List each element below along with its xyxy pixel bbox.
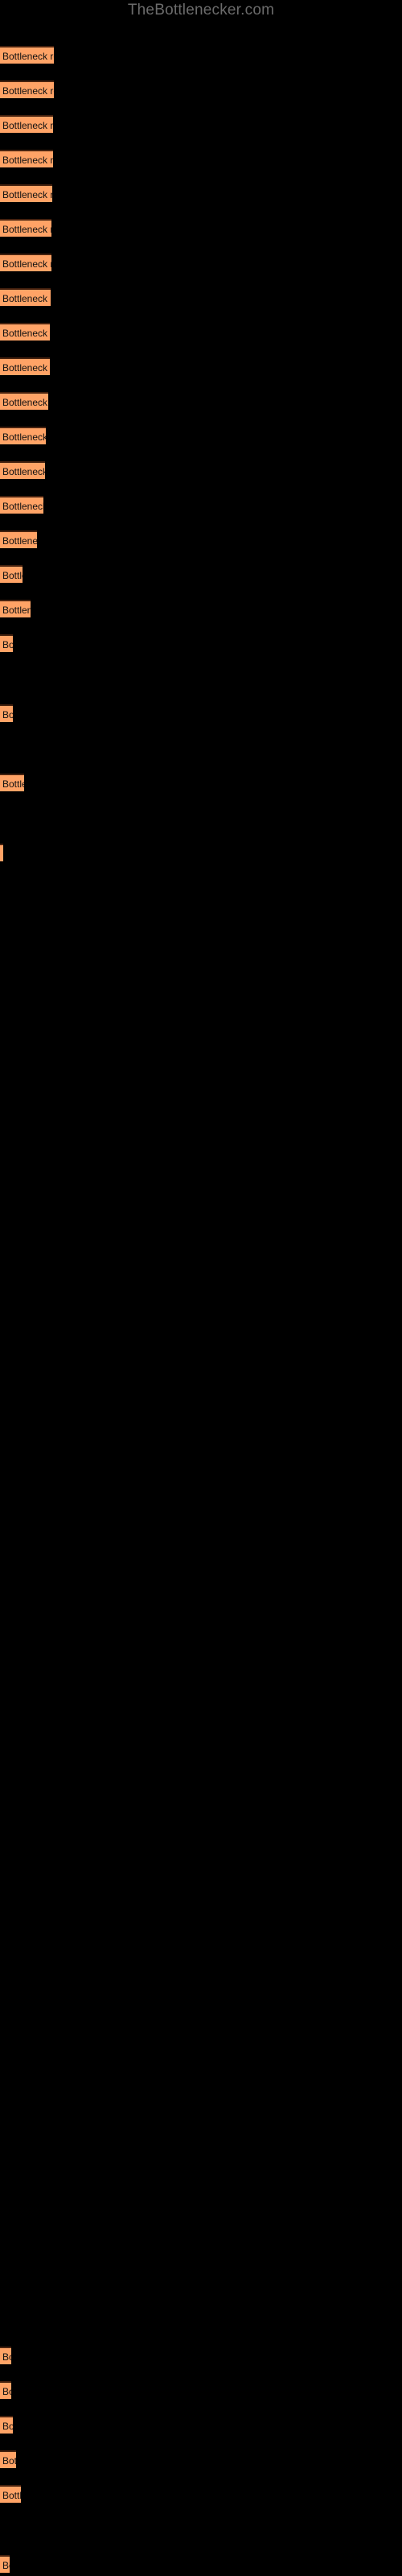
bar-label: Bottleneck result: [2,120,53,131]
bar-22[interactable]: Bottleneck result: [0,2347,11,2364]
bar-2[interactable]: Bottleneck result: [0,80,54,98]
bar-label: Bottleneck result: [2,155,53,166]
bar-3[interactable]: Bottleneck result: [0,115,53,133]
bar-25[interactable]: Bottleneck result: [0,2450,16,2468]
bar-label: Bottleneck result: [2,224,51,235]
bar-12[interactable]: Bottleneck result: [0,427,46,444]
bar-label: Bottleneck result: [2,258,51,270]
bar-1[interactable]: Bottleneck result: [0,46,54,64]
bar-label: Bottleneck result: [2,85,54,97]
bar-label: Bottleneck result: [2,570,23,581]
bar-10[interactable]: Bottleneck result: [0,357,50,375]
bar-20[interactable]: Bottleneck result: [0,774,24,791]
bar-label: Bottleneck result: [2,293,51,304]
bar-label: Bottleneck result: [2,778,24,790]
bar-11[interactable]: Bottleneck result: [0,392,48,410]
bar-9[interactable]: Bottleneck result: [0,323,50,341]
page-root: TheBottlenecker.com Bottleneck result:Bo… [0,0,402,2576]
bar-24[interactable]: Bottleneck result: [0,2416,13,2434]
bar-27[interactable]: Bottleneck result: [0,2555,10,2573]
bar-label: Bottleneck result: [2,189,52,200]
bar-label: Bottleneck result: [2,397,48,408]
bar-23[interactable]: Bottleneck result: [0,2381,11,2399]
bar-label: Bottleneck result: [2,2421,13,2432]
bar-21[interactable]: Bottleneck result: [0,844,3,861]
bar-label: Bottleneck result: [2,2560,10,2571]
bar-label: Bottleneck result: [2,501,43,512]
bar-label: Bottleneck result: [2,2351,11,2363]
bar-label: Bottleneck result: [2,431,46,443]
bar-14[interactable]: Bottleneck result: [0,496,43,514]
bar-label: Bottleneck result: [2,639,13,650]
bar-7[interactable]: Bottleneck result: [0,254,51,271]
bar-label: Bottleneck result: [2,847,3,861]
bar-4[interactable]: Bottleneck result: [0,150,53,167]
bottleneck-bar-chart: Bottleneck result: Bottleneck result: Bott… [0,0,402,2576]
bar-label: Bottleneck result: [2,362,50,374]
bar-label: Bottleneck result: [2,51,54,62]
bar-18[interactable]: Bottleneck result: [0,634,13,652]
bar-label: Bottleneck result: [2,2386,11,2397]
bar-16[interactable]: Bottleneck result: [0,565,23,583]
bar-label: Bottleneck result: [2,2455,16,2467]
bar-label: Bottleneck result: [2,709,13,720]
bar-5[interactable]: Bottleneck result: [0,184,52,202]
bar-17[interactable]: Bottleneck result: [0,600,31,617]
bar-13[interactable]: Bottleneck result: [0,461,45,479]
bar-26[interactable]: Bottleneck result: [0,2485,21,2503]
bar-8[interactable]: Bottleneck result: [0,288,51,306]
bar-label: Bottleneck result: [2,2490,21,2501]
bar-label: Bottleneck result: [2,605,31,616]
bar-label: Bottleneck result: [2,466,45,477]
bar-15[interactable]: Bottleneck result: [0,530,37,548]
bar-6[interactable]: Bottleneck result: [0,219,51,237]
bar-label: Bottleneck result: [2,535,37,547]
bar-label: Bottleneck result: [2,328,50,339]
bar-19[interactable]: Bottleneck result: [0,704,13,722]
